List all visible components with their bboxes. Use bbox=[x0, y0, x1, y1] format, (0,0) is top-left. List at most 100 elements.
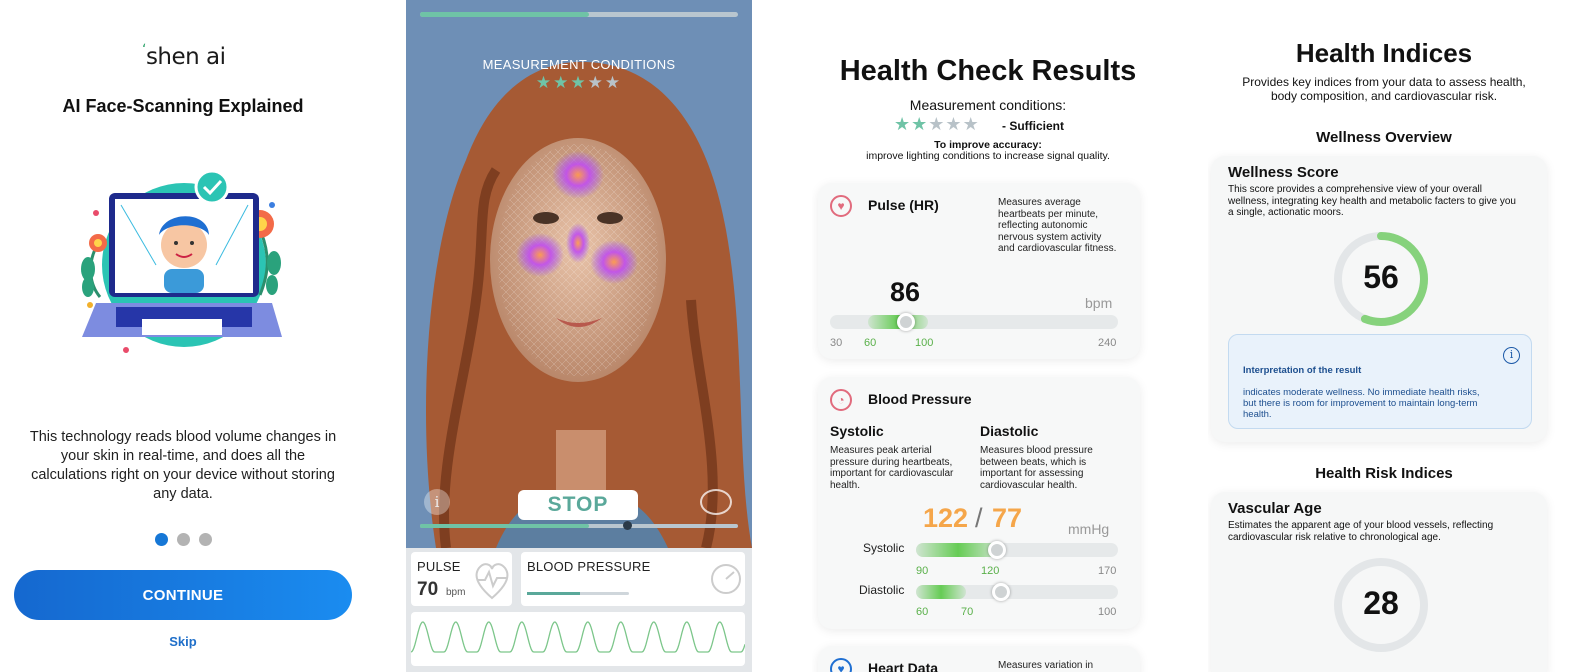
blood-pressure-card: BLOOD PRESSURE bbox=[521, 552, 745, 606]
page-dot-2[interactable] bbox=[177, 533, 190, 546]
star-icon: ★ bbox=[570, 73, 588, 92]
ppg-waveform-card bbox=[410, 612, 746, 666]
systolic-value: 122 bbox=[923, 503, 969, 533]
pulse-slider-knob bbox=[897, 313, 915, 331]
info-icon[interactable]: i bbox=[1503, 347, 1520, 364]
systolic-tick-max: 170 bbox=[1098, 565, 1117, 577]
vascular-age-card[interactable]: Vascular Age Estimates the apparent age … bbox=[1211, 492, 1547, 672]
gauge-icon: ◔ bbox=[830, 389, 852, 411]
measurement-conditions-label: Measurement conditions: bbox=[909, 97, 1067, 113]
diastolic-value: 77 bbox=[992, 503, 1023, 533]
ppg-waveform bbox=[410, 621, 746, 653]
blood-pressure-name: Blood Pressure bbox=[868, 391, 972, 407]
interpretation-text: indicates moderate wellness. No immediat… bbox=[1243, 387, 1480, 420]
heart-data-description: Measures variation in bbox=[998, 660, 1094, 671]
scan-panel: MEASUREMENT CONDITIONS ★★★★★ i STOP PULS… bbox=[406, 0, 752, 672]
live-metrics-area: PULSE 70 bpm BLOOD PRESSURE bbox=[406, 548, 752, 672]
scan-progress-bottom bbox=[420, 521, 738, 530]
heart-data-result-card[interactable]: ♥ Heart Data Measures variation in bbox=[818, 646, 1140, 672]
star-icon: ★ bbox=[553, 73, 571, 92]
shen-ai-logo: ʻshen ai bbox=[142, 42, 226, 70]
improve-text: improve lighting conditions to increase … bbox=[866, 150, 1110, 162]
results-title: Health Check Results bbox=[839, 55, 1137, 87]
star-icon: ★ bbox=[604, 73, 623, 92]
diastolic-tick-mid: 70 bbox=[961, 606, 974, 618]
heart-icon: ♥ bbox=[830, 658, 852, 672]
pulse-tick-min: 30 bbox=[830, 337, 843, 349]
pulse-name: Pulse (HR) bbox=[868, 197, 939, 213]
sufficient-label: - Sufficient bbox=[1002, 119, 1064, 133]
scan-progress-top bbox=[420, 12, 738, 17]
wellness-score-description: This score provides a comprehensive view… bbox=[1228, 184, 1516, 218]
pulse-result-card[interactable]: ♥ Pulse (HR) Measures average heartbeats… bbox=[818, 183, 1140, 359]
systolic-description: Measures peak arterial pressure during h… bbox=[830, 445, 954, 491]
interpretation-title: Interpretation of the result bbox=[1243, 365, 1362, 376]
stop-button[interactable]: STOP bbox=[518, 490, 638, 520]
heart-icon: ♥ bbox=[830, 195, 852, 217]
star-icon: ★ bbox=[962, 114, 980, 134]
pulse-tick-high: 100 bbox=[915, 337, 934, 349]
pulse-tick-low: 60 bbox=[864, 337, 877, 349]
diastolic-description: Measures blood pressure between beats, w… bbox=[980, 445, 1093, 491]
pulse-unit: bpm bbox=[446, 587, 466, 598]
blood-pressure-result-card[interactable]: ◔ Blood Pressure Systolic Measures peak … bbox=[818, 377, 1140, 629]
diastolic-slider-label: Diastolic bbox=[859, 583, 905, 597]
skip-link[interactable]: Skip bbox=[0, 634, 366, 649]
results-panel: Health Check Results Measurement conditi… bbox=[812, 0, 1164, 672]
star-icon: ★ bbox=[911, 114, 929, 134]
health-indices-subtitle: Provides key indices from your data to a… bbox=[1242, 75, 1526, 103]
info-icon[interactable]: i bbox=[424, 489, 450, 515]
pulse-card: PULSE 70 bpm bbox=[411, 552, 512, 606]
pulse-unit: bpm bbox=[1085, 295, 1113, 311]
vascular-age-value: 28 bbox=[1363, 585, 1399, 621]
blood-pressure-progress bbox=[527, 592, 629, 595]
onboarding-panel: ʻshen ai AI Face-Scanning Explained This… bbox=[0, 0, 366, 672]
pulse-label: PULSE bbox=[417, 559, 461, 574]
gauge-icon bbox=[711, 564, 741, 594]
page-dot-3[interactable] bbox=[199, 533, 212, 546]
continue-button[interactable]: CONTINUE bbox=[14, 570, 352, 620]
wellness-score-name: Wellness Score bbox=[1228, 164, 1339, 181]
systolic-tick-low: 90 bbox=[916, 565, 929, 577]
heart-icon bbox=[475, 563, 509, 600]
page-indicator bbox=[155, 533, 212, 546]
measurement-conditions-label: MEASUREMENT CONDITIONS bbox=[482, 57, 676, 72]
star-icon: ★ bbox=[945, 114, 963, 134]
pulse-tick-max: 240 bbox=[1098, 337, 1117, 349]
systolic-tick-mid: 120 bbox=[981, 565, 1000, 577]
vascular-age-description: Estimates the apparent age of your blood… bbox=[1228, 520, 1494, 543]
systolic-slider-knob bbox=[988, 541, 1006, 559]
page-dot-1[interactable] bbox=[155, 533, 168, 546]
interpretation-box: Interpretation of the result indicates m… bbox=[1228, 334, 1532, 429]
wellness-score-card[interactable]: Wellness Score This score provides a com… bbox=[1211, 156, 1547, 442]
bp-slash: / bbox=[975, 503, 983, 533]
onboarding-title: AI Face-Scanning Explained bbox=[62, 96, 304, 116]
pulse-value: 70 bbox=[417, 579, 439, 600]
wellness-overview-heading: Wellness Overview bbox=[1316, 129, 1452, 146]
onboarding-description: This technology reads blood volume chang… bbox=[29, 429, 337, 502]
health-risk-heading: Health Risk Indices bbox=[1315, 465, 1453, 482]
star-icon: ★ bbox=[928, 114, 946, 134]
blood-pressure-label: BLOOD PRESSURE bbox=[527, 559, 651, 574]
diastolic-tick-low: 60 bbox=[916, 606, 929, 618]
star-icon: ★ bbox=[894, 114, 912, 134]
star-icon: ★ bbox=[587, 73, 605, 92]
systolic-slider-label: Systolic bbox=[863, 541, 905, 555]
health-indices-title: Health Indices bbox=[1295, 38, 1473, 68]
diastolic-tick-max: 100 bbox=[1098, 606, 1117, 618]
camera-switch-icon[interactable] bbox=[700, 489, 732, 515]
measurement-conditions-stars: ★★★★★ bbox=[406, 73, 752, 93]
bp-unit: mmHg bbox=[1068, 521, 1110, 537]
pulse-slider bbox=[830, 313, 1118, 331]
heart-data-name: Heart Data bbox=[868, 660, 939, 672]
diastolic-heading: Diastolic bbox=[980, 423, 1039, 439]
diastolic-slider-knob bbox=[992, 583, 1010, 601]
star-icon: ★ bbox=[535, 73, 554, 92]
systolic-slider bbox=[916, 541, 1118, 559]
face-scan-illustration bbox=[81, 169, 282, 353]
pulse-value: 86 bbox=[890, 277, 921, 307]
diastolic-slider bbox=[916, 583, 1118, 601]
wellness-score-value: 56 bbox=[1363, 259, 1399, 295]
measurement-conditions-stars: ★★★★★ bbox=[894, 114, 980, 135]
health-indices-panel: Health Indices Provides key indices from… bbox=[1208, 0, 1584, 672]
